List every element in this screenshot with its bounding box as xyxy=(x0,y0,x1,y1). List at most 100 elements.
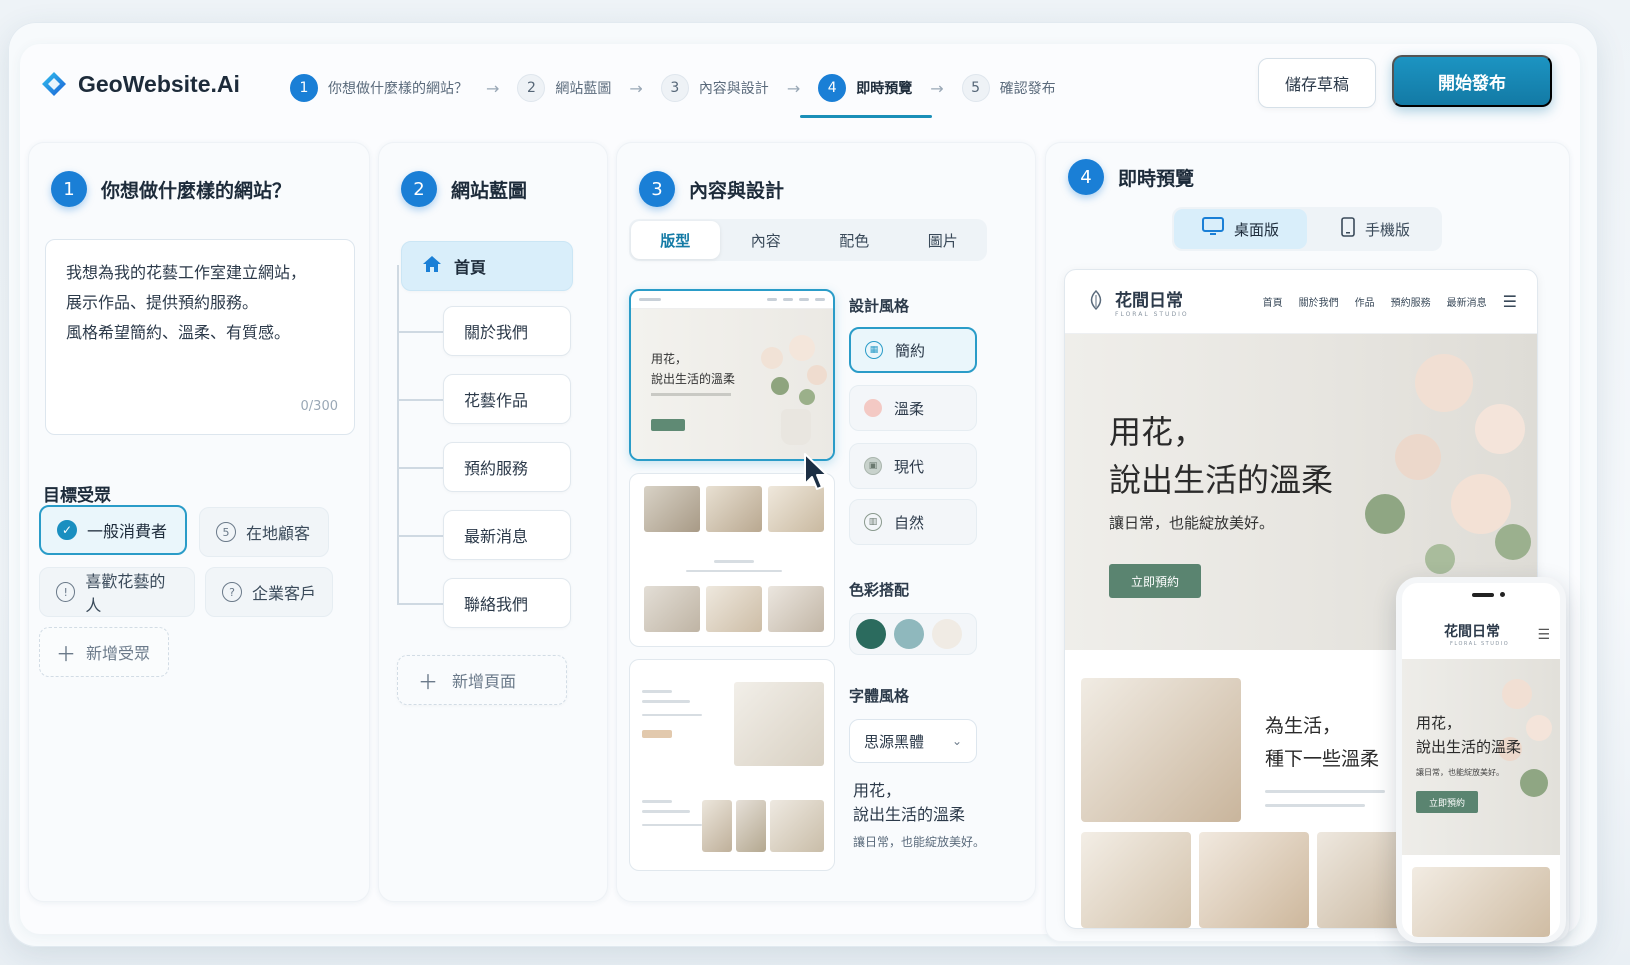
audience-chip-local[interactable]: 5 在地顧客 xyxy=(199,507,329,557)
save-draft-button[interactable]: 儲存草稿 xyxy=(1258,58,1376,108)
mobile-preview: 花間日常 FLORAL STUDIO ☰ 用花， 說出生活的溫柔 讓日常，也能綻… xyxy=(1396,577,1566,943)
step-3[interactable]: 3 內容與設計 xyxy=(657,74,773,102)
chip-label: 企業客戶 xyxy=(252,584,317,603)
step-4[interactable]: 4 即時預覽 xyxy=(800,74,933,118)
style-option-minimal[interactable]: ▦ 簡約 xyxy=(849,327,977,373)
arrow-right-icon: → xyxy=(930,78,944,98)
hamburger-icon[interactable]: ☰ xyxy=(1503,292,1517,311)
logo-diamond-icon xyxy=(40,70,68,98)
tab-colors[interactable]: 配色 xyxy=(810,219,899,261)
section-headline: 為生活， 種下一些溫柔 xyxy=(1265,715,1380,770)
font-select[interactable]: 思源黑體 ⌄ xyxy=(849,719,977,763)
template-thumbnail-3[interactable] xyxy=(629,659,835,871)
chip-label: 喜歡花藝的人 xyxy=(85,572,166,615)
section-text-line xyxy=(1265,804,1365,807)
audience-chip-business[interactable]: ? 企業客戶 xyxy=(205,567,333,617)
mini-photo xyxy=(702,800,732,852)
hero-subtitle: 讓日常，也能綻放美好。 xyxy=(1109,514,1275,532)
phone-hero-subtitle: 讓日常，也能綻放美好。 xyxy=(1416,768,1504,777)
step-1[interactable]: 1 你想做什麼樣的網站？ xyxy=(286,74,472,102)
color-swatch[interactable] xyxy=(894,619,924,649)
step-label: 你想做什麼樣的網站？ xyxy=(328,81,468,97)
monitor-icon xyxy=(1201,217,1224,241)
tree-connector xyxy=(397,331,443,333)
mini-photo xyxy=(644,586,700,632)
audience-chip-general[interactable]: ✓ 一般消費者 xyxy=(39,505,187,555)
hamburger-icon[interactable]: ☰ xyxy=(1537,627,1550,643)
arrow-right-icon: → xyxy=(629,78,643,98)
publish-button[interactable]: 開始發布 xyxy=(1392,55,1552,107)
step-number: 3 xyxy=(660,74,689,102)
step-5[interactable]: 5 確認發布 xyxy=(958,74,1060,102)
sitemap-page-works[interactable]: 花藝作品 xyxy=(443,374,571,424)
sitemap-page-about[interactable]: 關於我們 xyxy=(443,306,571,356)
site-menu-item[interactable]: 關於我們 xyxy=(1299,294,1339,309)
panel-number: 4 xyxy=(1068,159,1104,195)
site-logo-text: 花間日常 xyxy=(1115,290,1183,311)
node-label: 預約服務 xyxy=(464,459,529,478)
color-swatch[interactable] xyxy=(932,619,962,649)
mini-text-line xyxy=(642,690,672,693)
site-menu-item[interactable]: 作品 xyxy=(1355,294,1375,309)
circle-icon: 5 xyxy=(216,522,236,542)
gallery-photo xyxy=(1199,832,1309,928)
step-2[interactable]: 2 網站藍圖 xyxy=(513,74,615,102)
mini-button xyxy=(642,730,672,738)
font-preview-sub: 讓日常，也能綻放美好。 xyxy=(853,835,986,849)
mobile-view-button[interactable]: 手機版 xyxy=(1309,207,1442,251)
phone-hero-headline: 用花， 說出生活的溫柔 xyxy=(1416,714,1522,756)
node-label: 新增頁面 xyxy=(452,672,517,691)
mini-photo xyxy=(706,586,762,632)
mini-text-line xyxy=(686,570,782,572)
website-prompt-textarea[interactable]: 我想為我的花藝工作室建立網站， 展示作品、提供預約服務。 風格希望簡約、溫柔、有… xyxy=(45,239,355,435)
site-menu-item[interactable]: 首頁 xyxy=(1263,294,1283,309)
chip-label: 新增受眾 xyxy=(86,644,151,663)
character-counter: 0/300 xyxy=(300,399,338,414)
sitemap-home[interactable]: 首頁 xyxy=(401,241,573,291)
add-page-button[interactable]: ＋ 新增頁面 xyxy=(397,655,567,705)
site-menu-item[interactable]: 預約服務 xyxy=(1391,294,1431,309)
audience-chip-flower-lovers[interactable]: ! 喜歡花藝的人 xyxy=(39,567,195,617)
node-label: 花藝作品 xyxy=(464,391,529,410)
home-icon xyxy=(422,254,442,278)
phone-book-now-button[interactable]: 立即預約 xyxy=(1416,791,1478,813)
mini-text-line xyxy=(714,560,754,563)
color-swatch[interactable] xyxy=(856,619,886,649)
step-label: 網站藍圖 xyxy=(555,81,612,97)
section-photo xyxy=(1081,678,1241,822)
brand-logo[interactable]: GeoWebsite.Ai xyxy=(40,70,240,98)
template-thumbnail-1[interactable]: 用花， 說出生活的溫柔 xyxy=(629,289,835,461)
device-label: 手機版 xyxy=(1364,220,1410,239)
book-now-button[interactable]: 立即預約 xyxy=(1109,564,1201,598)
brand-name: GeoWebsite.Ai xyxy=(78,70,240,97)
mini-text-line xyxy=(642,714,702,716)
style-option-modern[interactable]: ▣ 現代 xyxy=(849,443,977,489)
hero-headline: 用花， 說出生活的溫柔 xyxy=(1109,413,1334,499)
style-label: 自然 xyxy=(894,513,925,532)
add-audience-button[interactable]: ＋ 新增受眾 xyxy=(39,627,169,677)
style-option-natural[interactable]: ▥ 自然 xyxy=(849,499,977,545)
step-number: 4 xyxy=(818,74,847,102)
sitemap-page-contact[interactable]: 聯絡我們 xyxy=(443,578,571,628)
panel-header: 2 網站藍圖 xyxy=(401,171,527,207)
style-label: 溫柔 xyxy=(894,399,925,418)
mini-photo xyxy=(736,800,766,852)
template-thumbnail-2[interactable] xyxy=(629,473,835,647)
style-option-gentle[interactable]: 溫柔 xyxy=(849,385,977,431)
site-menu: 首頁 關於我們 作品 預約服務 最新消息 ☰ xyxy=(1263,292,1517,311)
tab-images[interactable]: 圖片 xyxy=(899,219,988,261)
template-headline: 用花， 說出生活的溫柔 xyxy=(651,352,736,386)
sitemap-page-news[interactable]: 最新消息 xyxy=(443,510,571,560)
tab-layout[interactable]: 版型 xyxy=(631,221,720,259)
tab-content[interactable]: 內容 xyxy=(722,219,811,261)
node-label: 關於我們 xyxy=(464,323,529,342)
node-label: 最新消息 xyxy=(464,527,529,546)
site-menu-item[interactable]: 最新消息 xyxy=(1447,294,1487,309)
sitemap-page-booking[interactable]: 預約服務 xyxy=(443,442,571,492)
desktop-view-button[interactable]: 桌面版 xyxy=(1174,209,1307,249)
device-toggle: 桌面版 手機版 xyxy=(1172,207,1442,251)
chevron-down-icon: ⌄ xyxy=(951,734,962,748)
section-text-line xyxy=(1265,790,1385,793)
audience-title: 目標受眾 xyxy=(43,486,111,506)
panel-title: 即時預覽 xyxy=(1118,167,1195,190)
